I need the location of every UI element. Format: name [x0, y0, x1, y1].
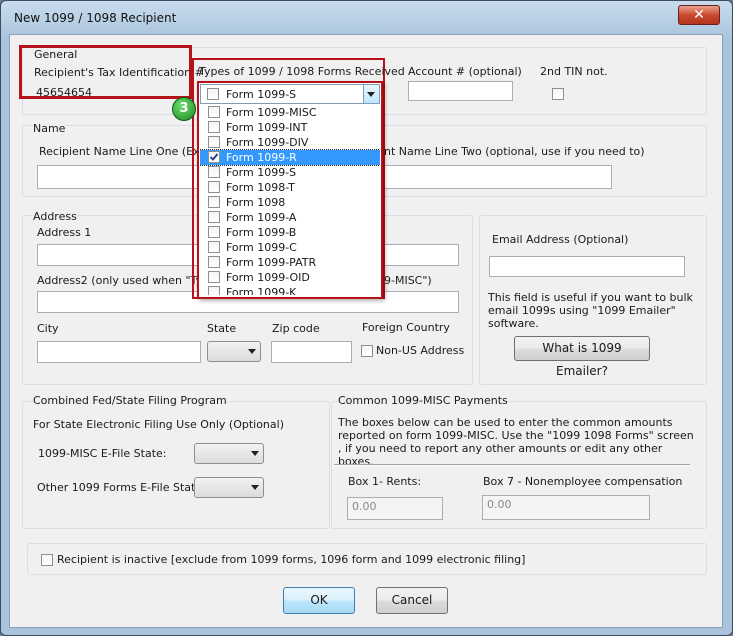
- dialog-window: New 1099 / 1098 Recipient ✕ General Reci…: [0, 0, 733, 636]
- option-checkbox[interactable]: [208, 151, 220, 163]
- option-checkbox[interactable]: [208, 181, 220, 193]
- option-label: Form 1099-OID: [226, 271, 310, 284]
- option-label: Form 1099-PATR: [226, 256, 317, 269]
- ok-button[interactable]: OK: [283, 587, 355, 614]
- types-list: Form 1099-MISC Form 1099-INT Form 1099-DIV…: [200, 105, 380, 295]
- name-line2-input[interactable]: [384, 165, 612, 189]
- fed-state-group-label: Combined Fed/State Filing Program: [33, 394, 227, 407]
- dropdown-option[interactable]: Form 1099-R: [200, 149, 380, 166]
- what-is-emailer-button[interactable]: What is 1099 Emailer?: [514, 336, 650, 378]
- email-label: Email Address (Optional): [492, 233, 629, 246]
- state-select[interactable]: [207, 341, 261, 362]
- zip-input[interactable]: [271, 341, 352, 363]
- dropdown-option[interactable]: Form 1099-MISC: [200, 105, 380, 120]
- dropdown-option[interactable]: Form 1098: [200, 195, 380, 210]
- misc-efile-label: 1099-MISC E-File State:: [38, 447, 167, 460]
- option-label: Form 1099-MISC: [226, 106, 317, 119]
- non-us-checkbox[interactable]: [361, 345, 373, 357]
- dropdown-option[interactable]: Form 1099-K: [200, 285, 380, 295]
- option-label: Form 1099-K: [226, 286, 297, 295]
- option-label: Form 1099-C: [226, 241, 297, 254]
- address-group-label: Address: [33, 210, 77, 223]
- box1-label: Box 1- Rents:: [348, 475, 422, 488]
- dropdown-option[interactable]: Form 1099-PATR: [200, 255, 380, 270]
- name-line2-label: nt Name Line Two (optional, use if you n…: [384, 145, 645, 158]
- city-label: City: [37, 322, 59, 335]
- name-group-label: Name: [33, 122, 66, 135]
- dropdown-option[interactable]: Form 1099-DIV: [200, 135, 380, 150]
- types-label: Types of 1099 / 1098 Forms Received: [199, 65, 405, 78]
- account-input[interactable]: [408, 81, 513, 101]
- option-checkbox[interactable]: [208, 211, 220, 223]
- types-selected-value: Form 1099-S: [226, 88, 297, 101]
- misc-efile-select[interactable]: [194, 443, 264, 464]
- title-bar[interactable]: New 1099 / 1098 Recipient ✕: [1, 1, 732, 31]
- option-checkbox[interactable]: [208, 256, 220, 268]
- option-label: Form 1099-B: [226, 226, 297, 239]
- option-checkbox[interactable]: [208, 271, 220, 283]
- dropdown-option[interactable]: Form 1099-S: [200, 165, 380, 180]
- step-badge: 3: [172, 97, 196, 121]
- option-label: Form 1099-DIV: [226, 136, 309, 149]
- email-input[interactable]: [489, 256, 685, 277]
- dropdown-option[interactable]: Form 1099-C: [200, 240, 380, 255]
- account-label: Account # (optional): [408, 65, 522, 78]
- dropdown-option[interactable]: Form 1098-T: [200, 180, 380, 195]
- second-tin-label: 2nd TIN not.: [540, 65, 608, 78]
- non-us-label: Non-US Address: [376, 344, 465, 357]
- name-line1-input[interactable]: [37, 165, 207, 189]
- address1-label: Address 1: [37, 226, 92, 239]
- second-tin-checkbox[interactable]: [552, 88, 564, 100]
- dropdown-option[interactable]: Form 1099-B: [200, 225, 380, 240]
- misc-payments-description: The boxes below can be used to enter the…: [338, 416, 694, 468]
- option-label: Form 1098: [226, 196, 286, 209]
- option-checkbox[interactable]: [208, 286, 220, 295]
- box7-label: Box 7 - Nonemployee compensation: [483, 475, 683, 488]
- option-checkbox[interactable]: [208, 226, 220, 238]
- option-label: Form 1099-R: [226, 151, 297, 164]
- address2-label: Address2 (only used when "Type: [37, 274, 216, 287]
- option-checkbox[interactable]: [208, 136, 220, 148]
- chevron-down-icon: [251, 451, 259, 456]
- option-label: Form 1098-T: [226, 181, 295, 194]
- dropdown-option[interactable]: Form 1099-INT: [200, 120, 380, 135]
- foreign-country-label: Foreign Country: [362, 321, 450, 334]
- inactive-label: Recipient is inactive [exclude from 1099…: [57, 553, 526, 566]
- name-line1-label: Recipient Name Line One (Exam: [39, 145, 218, 158]
- option-checkbox[interactable]: [208, 196, 220, 208]
- close-button[interactable]: ✕: [678, 5, 720, 25]
- chevron-down-icon[interactable]: [363, 85, 379, 103]
- dropdown-option[interactable]: Form 1099-A: [200, 210, 380, 225]
- email-note: This field is useful if you want to bulk…: [488, 291, 693, 330]
- city-input[interactable]: [37, 341, 201, 363]
- option-label: Form 1099-S: [226, 166, 297, 179]
- chevron-down-icon: [251, 485, 259, 490]
- dropdown-option[interactable]: Form 1099-OID: [200, 270, 380, 285]
- window-title: New 1099 / 1098 Recipient: [14, 11, 177, 25]
- chevron-down-icon: [248, 349, 256, 354]
- address2-label-tail: 9-MISC"): [384, 274, 432, 287]
- other-efile-label: Other 1099 Forms E-File State:: [37, 481, 206, 494]
- other-efile-select[interactable]: [194, 477, 264, 498]
- option-label: Form 1099-INT: [226, 121, 308, 134]
- fed-state-subtitle: For State Electronic Filing Use Only (Op…: [33, 418, 284, 431]
- highlight-tin-box: [19, 45, 192, 99]
- types-combo[interactable]: Form 1099-S: [200, 84, 380, 104]
- types-combo-checkbox: [207, 88, 219, 100]
- types-dropdown[interactable]: Form 1099-S Form 1099-MISC Form 1099-INT F…: [197, 81, 383, 299]
- cancel-button[interactable]: Cancel: [376, 587, 448, 614]
- inactive-checkbox[interactable]: [41, 554, 53, 566]
- misc-payments-group-label: Common 1099-MISC Payments: [338, 394, 508, 407]
- zip-label: Zip code: [272, 322, 320, 335]
- option-label: Form 1099-A: [226, 211, 297, 224]
- box1-input[interactable]: 0.00: [347, 497, 443, 520]
- option-checkbox[interactable]: [208, 241, 220, 253]
- divider: [334, 464, 690, 466]
- box7-input[interactable]: 0.00: [482, 495, 650, 520]
- option-checkbox[interactable]: [208, 166, 220, 178]
- state-label: State: [207, 322, 237, 335]
- option-checkbox[interactable]: [208, 121, 220, 133]
- option-checkbox[interactable]: [208, 106, 220, 118]
